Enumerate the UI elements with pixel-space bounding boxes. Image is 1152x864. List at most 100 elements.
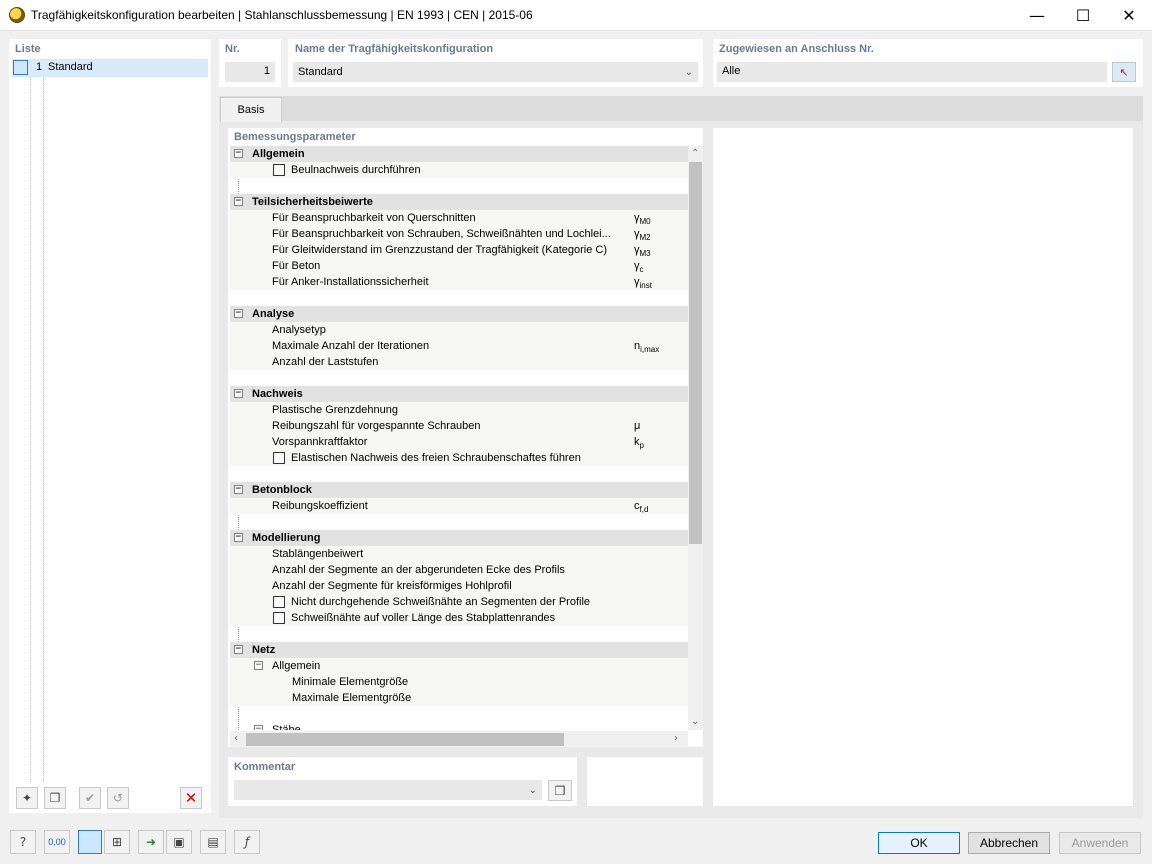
ok-button[interactable]: OK [878, 832, 960, 854]
param-symbol: μ [634, 418, 640, 434]
chevron-down-icon: ⌄ [528, 784, 537, 796]
param-row[interactable]: Für Beton γc [230, 258, 688, 274]
list-item[interactable]: 1 Standard [12, 59, 208, 77]
subgroup-staebe[interactable]: − Stäbe [230, 722, 688, 730]
subgroup-allgemein[interactable]: − Allgemein [230, 658, 688, 674]
param-label: Plastische Grenzdehnung [272, 404, 398, 416]
elastic-check-checkbox[interactable] [273, 452, 285, 464]
param-row[interactable]: Anzahl der Segmente an der abgerundeten … [230, 562, 688, 578]
scroll-left-icon[interactable]: ‹ [234, 733, 238, 744]
close-button[interactable]: ✕ [1106, 0, 1152, 31]
apply-label: Anwenden [1071, 836, 1129, 850]
help-icon: ? [19, 835, 27, 849]
param-row[interactable]: Für Anker-Installationssicherheit γinst [230, 274, 688, 290]
tab-basis[interactable]: Basis [220, 97, 282, 122]
collapse-icon[interactable]: − [254, 661, 263, 670]
minimize-button[interactable]: — [1014, 0, 1060, 31]
new-item-button[interactable]: ✦ [16, 787, 38, 809]
collapse-icon[interactable]: − [234, 309, 243, 318]
param-row[interactable]: Vorspannkraftfaktor kp [230, 434, 688, 450]
copy-button[interactable]: ❐ [44, 787, 66, 809]
symbol-sub: f,d [639, 505, 649, 515]
param-row[interactable]: Stablängenbeiwert [230, 546, 688, 562]
structure-button[interactable]: ⊞ [104, 830, 130, 854]
scroll-down-icon[interactable]: ⌄ [691, 716, 699, 727]
beulnachweis-checkbox[interactable] [273, 164, 285, 176]
group-nachweis[interactable]: − Nachweis [230, 386, 688, 402]
param-row[interactable]: Für Beanspruchbarkeit von Schrauben, Sch… [230, 226, 688, 242]
vertical-scroll-thumb[interactable] [689, 162, 702, 544]
group-betonblock[interactable]: − Betonblock [230, 482, 688, 498]
check-all-button[interactable]: ✔ [79, 787, 101, 809]
param-label: Maximale Elementgröße [292, 692, 412, 704]
collapse-icon[interactable]: − [234, 485, 243, 494]
save-button[interactable]: ▣ [166, 830, 192, 854]
param-row[interactable]: Plastische Grenzdehnung [230, 402, 688, 418]
param-row[interactable]: Minimale Elementgröße [230, 674, 688, 690]
param-label: Anzahl der Laststufen [272, 356, 379, 368]
full-length-welds-checkbox[interactable] [273, 612, 285, 624]
app-icon [9, 7, 25, 23]
formula-icon: ƒ [244, 835, 250, 849]
param-row: Nicht durchgehende Schweißnähte an Segme… [230, 594, 688, 610]
title-bar: Tragfähigkeitskonfiguration bearbeiten |… [0, 0, 1152, 31]
maximize-icon: ☐ [1075, 6, 1091, 25]
symbol-sub: M2 [639, 233, 651, 243]
new-item-icon: ✦ [21, 791, 33, 805]
subgroup-title: Stäbe [272, 724, 301, 730]
group-netz[interactable]: − Netz [230, 642, 688, 658]
param-row: Schweißnähte auf voller Länge des Stabpl… [230, 610, 688, 626]
name-value: Standard [298, 66, 343, 78]
select-connection-button[interactable]: ↖ [1112, 62, 1136, 82]
color-button[interactable] [78, 830, 102, 854]
param-label: Für Beanspruchbarkeit von Schrauben, Sch… [272, 228, 611, 240]
param-row[interactable]: Analysetyp [230, 322, 688, 338]
collapse-icon[interactable]: − [254, 725, 263, 730]
collapse-icon[interactable]: − [234, 149, 243, 158]
comment-label: Kommentar [234, 761, 296, 773]
symbol-sub: c [639, 265, 644, 275]
param-row[interactable]: Reibungszahl für vorgespannte Schrauben … [230, 418, 688, 434]
scroll-right-icon[interactable]: › [674, 733, 678, 744]
assigned-field[interactable]: Alle [717, 62, 1107, 82]
formula-button[interactable]: ƒ [234, 830, 260, 854]
name-dropdown[interactable]: Standard ⌄ [293, 62, 698, 82]
delete-button[interactable]: ✕ [180, 787, 202, 809]
collapse-icon[interactable]: − [234, 197, 243, 206]
param-label: Nicht durchgehende Schweißnähte an Segme… [291, 596, 591, 608]
group-teilsicherheitsbeiwerte[interactable]: − Teilsicherheitsbeiwerte [230, 194, 688, 210]
uncheck-all-button[interactable]: ↺ [107, 787, 129, 809]
scroll-up-icon[interactable]: ⌃ [691, 148, 699, 159]
export-button[interactable]: ➜ [138, 830, 164, 854]
collapse-icon[interactable]: − [234, 533, 243, 542]
group-allgemein[interactable]: − Allgemein [230, 146, 688, 162]
group-modellierung[interactable]: − Modellierung [230, 530, 688, 546]
group-analyse[interactable]: − Analyse [230, 306, 688, 322]
comment-dropdown[interactable]: ⌄ [234, 780, 542, 800]
apply-button[interactable]: Anwenden [1059, 832, 1141, 854]
cancel-button[interactable]: Abbrechen [968, 832, 1050, 854]
maximize-button[interactable]: ☐ [1060, 0, 1106, 31]
symbol-sub: i,max [640, 345, 660, 355]
symbol-sub: p [639, 441, 644, 451]
param-row[interactable]: Maximale Anzahl der Iterationen ni,max [230, 338, 688, 354]
param-row[interactable]: Reibungskoeffizient cf,d [230, 498, 688, 514]
nr-panel: Nr. 1 [219, 39, 281, 87]
units-button[interactable]: 0,00 [44, 830, 70, 854]
params-tree: − Allgemein Beulnachweis durchführen − T… [230, 146, 688, 730]
table-button[interactable]: ▤ [200, 830, 226, 854]
horizontal-scroll-thumb[interactable] [246, 733, 564, 746]
param-row[interactable]: Anzahl der Laststufen [230, 354, 688, 370]
comment-copy-button[interactable]: ❐ [548, 780, 572, 801]
collapse-icon[interactable]: − [234, 645, 243, 654]
list-header: Liste [15, 43, 41, 55]
collapse-icon[interactable]: − [234, 389, 243, 398]
param-row[interactable]: Für Beanspruchbarkeit von Querschnitten … [230, 210, 688, 226]
discontinuous-welds-checkbox[interactable] [273, 596, 285, 608]
nr-field: 1 [225, 62, 275, 82]
param-row[interactable]: Für Gleitwiderstand im Grenzzustand der … [230, 242, 688, 258]
param-row[interactable]: Maximale Elementgröße [230, 690, 688, 706]
structure-icon: ⊞ [111, 835, 123, 849]
help-button[interactable]: ? [10, 830, 36, 854]
param-row[interactable]: Anzahl der Segmente für kreisförmiges Ho… [230, 578, 688, 594]
